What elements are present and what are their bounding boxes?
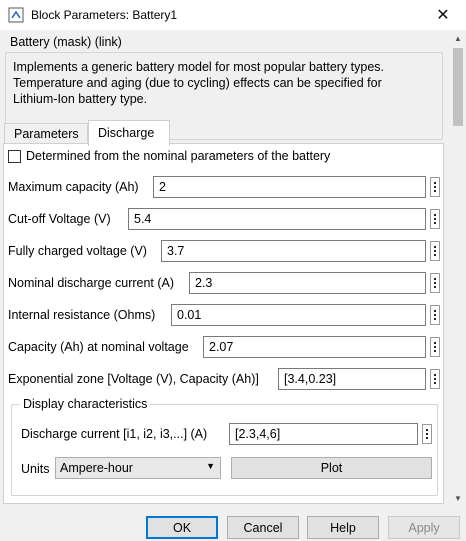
- field-label: Cut-off Voltage (V): [8, 212, 111, 226]
- dropdown-arrow-icon: ▼: [206, 461, 215, 471]
- display-characteristics-group: Display characteristics Discharge curren…: [11, 397, 438, 496]
- units-select[interactable]: Ampere-hour ▼: [55, 457, 221, 479]
- apply-button[interactable]: Apply: [388, 516, 460, 539]
- more-options-icon[interactable]: [422, 424, 432, 444]
- ok-button[interactable]: OK: [146, 516, 218, 539]
- internal-resistance-input[interactable]: 0.01: [171, 304, 426, 326]
- field-label: Nominal discharge current (A): [8, 276, 175, 290]
- more-options-icon[interactable]: [430, 241, 440, 261]
- apply-button-label: Apply: [408, 520, 440, 535]
- discharge-current-row: Discharge current [i1, i2, i3,...] (A) […: [21, 423, 432, 445]
- scroll-down-icon[interactable]: ▼: [454, 494, 462, 503]
- discharge-current-input[interactable]: [2.3,4,6]: [229, 423, 418, 445]
- nominal-params-checkbox-row[interactable]: Determined from the nominal parameters o…: [8, 149, 330, 163]
- tab-discharge[interactable]: Discharge: [88, 120, 170, 146]
- ok-button-label: OK: [172, 520, 192, 535]
- scroll-up-icon[interactable]: ▲: [454, 34, 462, 43]
- field-label: Discharge current [i1, i2, i3,...] (A): [21, 427, 208, 441]
- window-title: Block Parameters: Battery1: [31, 8, 178, 22]
- close-icon: ✕: [436, 7, 450, 24]
- more-options-icon[interactable]: [430, 209, 440, 229]
- nominal-discharge-current-row: Nominal discharge current (A) 2.3: [8, 272, 440, 294]
- units-selected-value: Ampere-hour: [60, 461, 133, 475]
- group-title: Display characteristics: [20, 397, 151, 411]
- exponential-zone-input[interactable]: [3.4,0.23]: [278, 368, 426, 390]
- field-label: Maximum capacity (Ah): [8, 180, 139, 194]
- field-label: Fully charged voltage (V): [8, 244, 147, 258]
- field-label: Internal resistance (Ohms): [8, 308, 156, 322]
- max-capacity-row: Maximum capacity (Ah) 2: [8, 176, 440, 198]
- tab-label: Parameters: [14, 127, 79, 141]
- help-button[interactable]: Help: [307, 516, 379, 539]
- discharge-panel: Determined from the nominal parameters o…: [3, 143, 444, 504]
- nominal-params-checkbox[interactable]: [8, 149, 21, 163]
- units-label: Units: [21, 462, 50, 476]
- field-label: Exponential zone [Voltage (V), Capacity …: [8, 372, 259, 386]
- capacity-nominal-voltage-input[interactable]: 2.07: [203, 336, 426, 358]
- more-options-icon[interactable]: [430, 305, 440, 325]
- cancel-button[interactable]: Cancel: [227, 516, 299, 539]
- title-bar: Block Parameters: Battery1 ✕: [0, 0, 466, 30]
- mask-description: Implements a generic battery model for m…: [13, 60, 385, 106]
- cutoff-voltage-input[interactable]: 5.4: [128, 208, 426, 230]
- simulink-block-icon: [8, 7, 24, 23]
- close-button[interactable]: ✕: [420, 0, 466, 30]
- more-options-icon[interactable]: [430, 177, 440, 197]
- cancel-button-label: Cancel: [243, 520, 283, 535]
- more-options-icon[interactable]: [430, 337, 440, 357]
- max-capacity-input[interactable]: 2: [153, 176, 426, 198]
- more-options-icon[interactable]: [430, 369, 440, 389]
- exponential-zone-row: Exponential zone [Voltage (V), Capacity …: [8, 368, 440, 390]
- mask-title: Battery (mask) (link): [10, 35, 122, 49]
- fully-charged-voltage-input[interactable]: 3.7: [161, 240, 426, 262]
- scrollbar-thumb[interactable]: [453, 48, 463, 126]
- tab-label: Discharge: [98, 126, 155, 140]
- capacity-nominal-voltage-row: Capacity (Ah) at nominal voltage 2.07: [8, 336, 440, 358]
- cutoff-voltage-row: Cut-off Voltage (V) 5.4: [8, 208, 440, 230]
- vertical-scrollbar[interactable]: ▲ ▼: [450, 30, 466, 508]
- tab-parameters[interactable]: Parameters: [4, 123, 88, 145]
- field-label: Capacity (Ah) at nominal voltage: [8, 340, 189, 354]
- nominal-discharge-current-input[interactable]: 2.3: [189, 272, 426, 294]
- fully-charged-voltage-row: Fully charged voltage (V) 3.7: [8, 240, 440, 262]
- more-options-icon[interactable]: [430, 273, 440, 293]
- checkbox-label: Determined from the nominal parameters o…: [26, 149, 331, 163]
- dialog-content: Battery (mask) (link) Implements a gener…: [0, 30, 450, 508]
- plot-button-label: Plot: [320, 461, 343, 475]
- help-button-label: Help: [330, 520, 356, 535]
- internal-resistance-row: Internal resistance (Ohms) 0.01: [8, 304, 440, 326]
- dialog-footer: OK Cancel Help Apply: [0, 508, 466, 541]
- plot-button[interactable]: Plot: [231, 457, 432, 479]
